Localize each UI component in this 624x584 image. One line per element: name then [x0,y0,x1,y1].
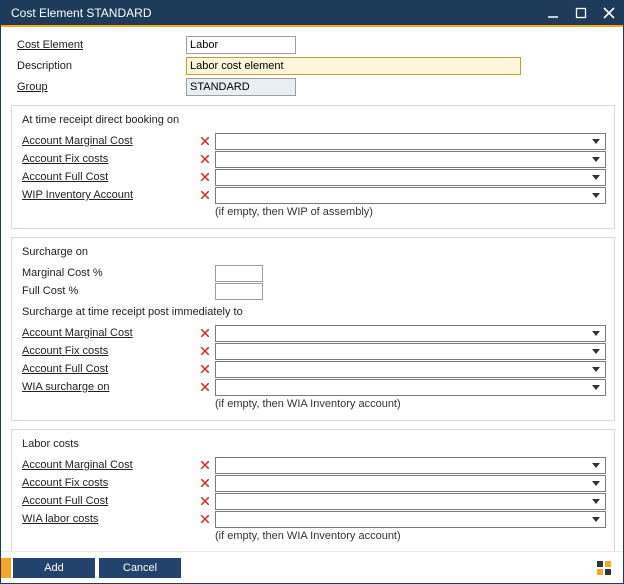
clear-icon[interactable] [195,383,215,391]
content-scroll[interactable]: Cost Element Description Group At time r… [1,27,623,551]
combo-wia-surcharge[interactable] [215,379,606,396]
section-title-labor: Labor costs [20,438,606,450]
label-wia-labor[interactable]: WIA labor costs [20,513,195,525]
input-full-pct[interactable] [215,283,263,300]
label-marginal-pct: Marginal Cost % [20,267,215,279]
clear-icon[interactable] [195,461,215,469]
label-acct-fix-costs[interactable]: Account Fix costs [20,153,195,165]
chevron-down-icon [589,170,603,185]
chevron-down-icon [589,458,603,473]
hint-labor: (if empty, then WIA Inventory account) [20,530,606,542]
clear-icon[interactable] [195,497,215,505]
chevron-down-icon [589,344,603,359]
input-marginal-pct[interactable] [215,265,263,282]
maximize-button[interactable] [567,0,595,26]
window: Cost Element STANDARD Cost Element Descr… [0,0,624,584]
combo-s-acct-fix[interactable] [215,343,606,360]
footer-accent [1,558,11,578]
chevron-down-icon [589,134,603,149]
cost-element-label[interactable]: Cost Element [11,39,186,51]
expand-icon[interactable] [595,559,613,577]
clear-icon[interactable] [195,173,215,181]
titlebar: Cost Element STANDARD [1,1,623,27]
close-button[interactable] [595,0,623,26]
section-title-booking: At time receipt direct booking on [20,114,606,126]
label-acct-marginal-cost[interactable]: Account Marginal Cost [20,135,195,147]
minimize-button[interactable] [539,0,567,26]
clear-icon[interactable] [195,155,215,163]
chevron-down-icon [589,494,603,509]
cancel-button[interactable]: Cancel [99,558,181,578]
clear-icon[interactable] [195,479,215,487]
clear-icon[interactable] [195,347,215,355]
combo-l-acct-fix[interactable] [215,475,606,492]
clear-icon[interactable] [195,191,215,199]
label-s-acct-fix[interactable]: Account Fix costs [20,345,195,357]
combo-acct-full-cost[interactable] [215,169,606,186]
group-input[interactable] [186,78,296,96]
chevron-down-icon [589,362,603,377]
add-button[interactable]: Add [13,558,95,578]
combo-s-acct-marginal[interactable] [215,325,606,342]
combo-s-acct-full[interactable] [215,361,606,378]
section-subtitle-surcharge: Surcharge at time receipt post immediate… [20,306,606,318]
hint-surcharge: (if empty, then WIA Inventory account) [20,398,606,410]
clear-icon[interactable] [195,137,215,145]
combo-wia-labor[interactable] [215,511,606,528]
chevron-down-icon [589,476,603,491]
chevron-down-icon [589,188,603,203]
chevron-down-icon [589,512,603,527]
window-title: Cost Element STANDARD [11,6,539,20]
combo-l-acct-full[interactable] [215,493,606,510]
description-input[interactable] [186,57,521,75]
hint-booking: (if empty, then WIP of assembly) [20,206,606,218]
label-s-acct-marginal[interactable]: Account Marginal Cost [20,327,195,339]
label-l-acct-fix[interactable]: Account Fix costs [20,477,195,489]
combo-acct-fix-costs[interactable] [215,151,606,168]
combo-l-acct-marginal[interactable] [215,457,606,474]
combo-wip-inventory[interactable] [215,187,606,204]
group-surcharge: Surcharge on Marginal Cost % Full Cost %… [11,237,615,421]
label-l-acct-marginal[interactable]: Account Marginal Cost [20,459,195,471]
chevron-down-icon [589,326,603,341]
group-label[interactable]: Group [11,81,186,93]
clear-icon[interactable] [195,329,215,337]
clear-icon[interactable] [195,515,215,523]
chevron-down-icon [589,380,603,395]
clear-icon[interactable] [195,365,215,373]
label-s-acct-full[interactable]: Account Full Cost [20,363,195,375]
combo-acct-marginal-cost[interactable] [215,133,606,150]
footer: Add Cancel [1,551,623,583]
group-direct-booking: At time receipt direct booking on Accoun… [11,105,615,229]
section-title-surcharge: Surcharge on [20,246,606,258]
body: Cost Element Description Group At time r… [1,27,623,551]
label-wia-surcharge[interactable]: WIA surcharge on [20,381,195,393]
label-acct-full-cost[interactable]: Account Full Cost [20,171,195,183]
chevron-down-icon [589,152,603,167]
label-wip-inventory[interactable]: WIP Inventory Account [20,189,195,201]
group-labor: Labor costs Account Marginal Cost Accoun… [11,429,615,551]
cost-element-input[interactable] [186,36,296,54]
label-l-acct-full[interactable]: Account Full Cost [20,495,195,507]
label-full-pct: Full Cost % [20,285,215,297]
description-label: Description [11,60,186,72]
